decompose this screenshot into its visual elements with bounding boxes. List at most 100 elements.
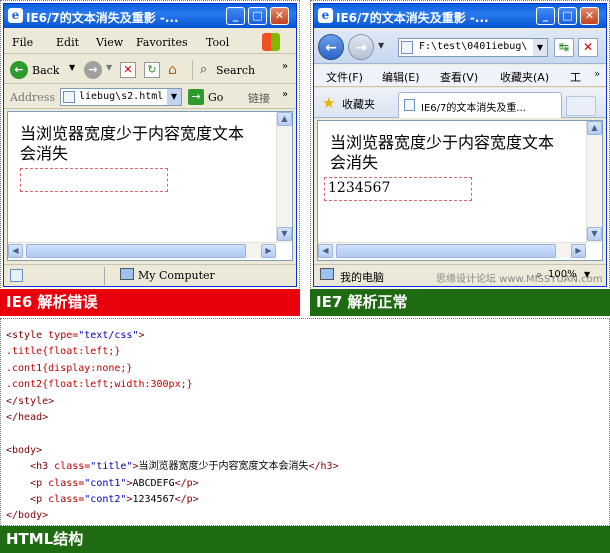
ie-logo-icon: e [8,8,23,23]
minimize-icon[interactable]: _ [536,7,555,25]
ie6-window: e IE6/7的文本消失及重影 -... _ □ ✕ File Edit Vie… [3,3,297,287]
scroll-right-icon[interactable]: ▶ [571,244,586,258]
code-line: .cont1{display:none;} [6,362,133,374]
go-label[interactable]: Go [208,91,223,104]
menu-edit[interactable]: Edit [56,36,79,49]
scroll-left-icon[interactable]: ◀ [318,244,333,258]
maximize-icon[interactable]: □ [248,7,267,25]
zoom-dropdown-icon[interactable]: ▼ [584,270,590,279]
code-line: </style> [6,395,55,407]
links-overflow-icon[interactable]: » [282,89,288,100]
forward-arrow-icon[interactable]: → [84,61,102,79]
ie7-vertical-scrollbar[interactable]: ▲ ▼ [586,121,602,243]
minimize-icon[interactable]: _ [226,7,245,25]
ie6-menubar: File Edit View Favorites Tool [4,32,296,54]
ie7-page-heading: 当浏览器宽度少于内容宽度文本会消失 [330,133,555,172]
zoom-icon[interactable]: ⌕ [536,268,542,282]
scroll-down-icon[interactable]: ▼ [587,227,602,241]
watermark: 思缘设计论坛 www.MISSYUAN.com [436,274,603,285]
close-icon[interactable]: ✕ [270,7,289,25]
close-icon[interactable]: ✕ [580,7,599,25]
menu-edit[interactable]: 编辑(E) [382,69,420,85]
ie7-paragraph-text: 1234567 [328,180,391,196]
computer-icon [320,268,334,280]
recent-pages-dropdown-icon[interactable]: ▼ [378,41,384,50]
ie7-caption: IE7 解析正常 [310,289,610,316]
code-line: <p class="cont2">1234567</p> [6,493,199,505]
menu-tools[interactable]: Tool [206,36,229,49]
scroll-right-icon[interactable]: ▶ [261,244,276,258]
address-input[interactable]: F:\test\0401iebug\ ▼ [398,38,548,57]
scroll-up-icon[interactable]: ▲ [587,121,602,135]
computer-icon [120,268,134,280]
scroll-left-icon[interactable]: ◀ [8,244,23,258]
zoom-level[interactable]: 100% [548,269,577,280]
home-icon[interactable]: ⌂ [168,62,185,78]
page-status-icon [10,269,23,282]
menu-view[interactable]: 查看(V) [440,69,478,85]
toolbar-divider [192,60,193,80]
maximize-icon[interactable]: □ [558,7,577,25]
ie6-address-bar: Address liebug\s2.html ▼ → Go 链接 » [4,85,296,109]
go-arrow-icon[interactable]: → [188,89,204,105]
ie6-content: 当浏览器宽度少于内容宽度文本会消失 ▲ ▼ ◀ ▶ [7,111,293,261]
address-dropdown-icon[interactable]: ▼ [533,39,547,56]
code-line: <style type="text/css"> [6,330,145,341]
ie6-status-text: My Computer [138,269,215,282]
links-label[interactable]: 链接 [248,90,270,106]
back-arrow-icon[interactable]: ← [318,34,344,60]
ie-logo-icon: e [318,8,333,23]
forward-dropdown-icon[interactable]: ▼ [106,63,112,72]
ie7-horizontal-scrollbar[interactable]: ◀ ▶ [318,242,586,258]
back-dropdown-icon[interactable]: ▼ [69,63,75,72]
search-label[interactable]: Search [216,64,255,77]
code-line: .cont2{float:left;width:300px;} [6,379,193,391]
ie7-menubar: 文件(F) 编辑(E) 查看(V) 收藏夹(A) 工 » [314,65,606,87]
refresh-icon[interactable]: ↹ [554,38,574,57]
code-line: .title{float:left;} [6,346,121,358]
address-dropdown-icon[interactable]: ▼ [167,89,181,105]
menu-file[interactable]: 文件(F) [326,69,363,85]
refresh-icon[interactable]: ↻ [144,62,160,78]
stop-icon[interactable]: ✕ [120,62,136,78]
address-label: Address [10,91,56,104]
ie6-vertical-scrollbar[interactable]: ▲ ▼ [276,112,292,243]
code-line: </head> [6,411,49,423]
menu-view[interactable]: View [96,36,123,49]
menu-favorites[interactable]: 收藏夹(A) [500,69,549,85]
menu-tools[interactable]: 工 [570,69,581,85]
page-icon [63,91,75,103]
scroll-down-icon[interactable]: ▼ [277,227,292,241]
back-arrow-icon[interactable]: ← [10,61,28,79]
windows-flag-icon [262,33,280,51]
menu-file[interactable]: File [12,36,33,49]
favorites-label[interactable]: 收藏夹 [342,96,375,112]
back-label[interactable]: Back [32,64,59,77]
ie7-titlebar[interactable]: e IE6/7的文本消失及重影 -... _ □ ✕ [314,4,606,28]
address-input[interactable]: liebug\s2.html ▼ [60,88,182,106]
favorites-star-icon[interactable]: ★ [322,94,335,112]
ie6-titlebar[interactable]: e IE6/7的文本消失及重影 -... _ □ ✕ [4,4,296,28]
forward-arrow-icon[interactable]: → [348,34,374,60]
ie7-tab-bar: ★ 收藏夹 IE6/7的文本消失及重... [314,88,606,118]
toolbar-overflow-icon[interactable]: » [282,61,288,72]
code-line: <body> [6,444,43,456]
ie7-active-tab[interactable]: IE6/7的文本消失及重... [398,92,562,118]
html-caption: HTML结构 [0,526,610,553]
scroll-thumb[interactable] [26,244,246,258]
new-tab-button[interactable] [566,96,596,116]
search-icon[interactable]: ⌕ [200,62,207,77]
scroll-thumb[interactable] [336,244,556,258]
ie7-window: e IE6/7的文本消失及重影 -... _ □ ✕ ← → ▼ F:\test… [313,3,607,287]
stop-icon[interactable]: ✕ [578,38,598,57]
menu-favorites[interactable]: Favorites [136,36,188,49]
ie6-horizontal-scrollbar[interactable]: ◀ ▶ [8,242,276,258]
ie6-caption: IE6 解析错误 [0,289,300,316]
address-value: liebug\s2.html [79,91,164,102]
ie6-statusbar: My Computer [4,264,296,286]
scroll-up-icon[interactable]: ▲ [277,112,292,126]
menu-overflow-icon[interactable]: » [594,69,600,80]
ie6-empty-paragraph-box [20,168,168,192]
ie7-window-title: IE6/7的文本消失及重影 -... [336,11,489,25]
